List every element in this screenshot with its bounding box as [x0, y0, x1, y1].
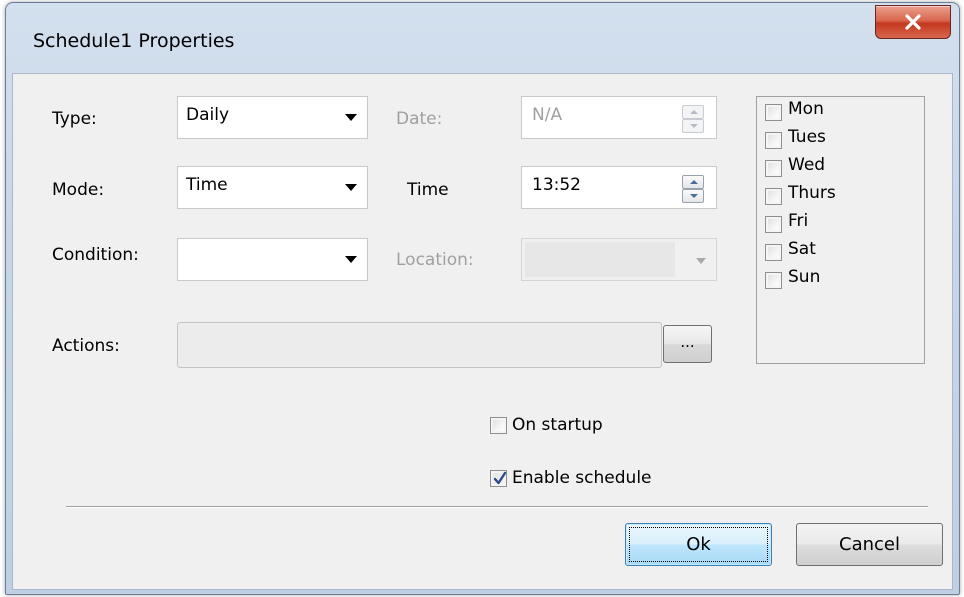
checkbox-icon[interactable]	[765, 272, 782, 289]
day-label: Wed	[788, 155, 826, 175]
checkmark-icon	[493, 471, 507, 484]
checkbox-icon[interactable]	[765, 216, 782, 233]
ok-button[interactable]: Ok	[625, 523, 772, 566]
mode-dropdown[interactable]: Time	[177, 166, 368, 209]
day-checkbox-fri[interactable]: Fri	[765, 211, 808, 239]
time-spinner[interactable]: 13:52	[521, 166, 717, 209]
spin-up-icon	[690, 110, 698, 114]
actions-label: Actions:	[52, 336, 120, 356]
condition-label: Condition:	[52, 245, 139, 265]
condition-dropdown[interactable]	[177, 238, 368, 281]
enable-schedule-checkbox[interactable]: Enable schedule	[490, 468, 652, 488]
checkbox-icon[interactable]	[765, 188, 782, 205]
location-value-area	[525, 242, 675, 277]
cancel-label: Cancel	[839, 534, 900, 555]
checkbox-icon[interactable]	[765, 132, 782, 149]
date-label: Date:	[396, 109, 443, 129]
enable-schedule-label: Enable schedule	[512, 468, 652, 488]
day-label: Tues	[788, 127, 826, 147]
mode-value: Time	[186, 175, 228, 195]
spin-down-icon	[690, 124, 698, 128]
day-checkbox-sun[interactable]: Sun	[765, 267, 820, 295]
day-label: Thurs	[788, 183, 836, 203]
day-label: Sat	[788, 239, 816, 259]
checkbox-icon[interactable]	[490, 469, 507, 487]
date-spinner: N/A	[521, 96, 717, 139]
type-dropdown[interactable]: Daily	[177, 96, 368, 139]
on-startup-checkbox[interactable]: On startup	[490, 415, 603, 435]
time-label: Time	[407, 180, 449, 200]
checkbox-icon[interactable]	[765, 160, 782, 177]
button-separator	[66, 506, 928, 508]
type-value: Daily	[186, 105, 230, 125]
location-label: Location:	[396, 250, 474, 270]
day-label: Sun	[788, 267, 821, 287]
checkbox-icon[interactable]	[765, 104, 782, 121]
time-spin-up-button[interactable]	[682, 175, 704, 189]
dialog-client-area: Type: Daily Date: N/A Mode: Time Time 13…	[12, 73, 953, 590]
actions-field	[177, 322, 662, 368]
on-startup-label: On startup	[512, 415, 603, 435]
close-x-icon	[905, 14, 921, 30]
date-spin-up-button	[682, 105, 704, 119]
chevron-down-icon	[345, 114, 357, 121]
type-label: Type:	[52, 109, 97, 129]
window-title: Schedule1 Properties	[33, 30, 235, 52]
day-label: Fri	[788, 211, 809, 231]
days-of-week-group: Mon Tues Wed Thurs Fri Sat Sun	[756, 96, 925, 364]
checkbox-icon[interactable]	[490, 416, 507, 434]
dialog-window: Schedule1 Properties Type: Daily Date: N…	[5, 2, 960, 595]
date-spin-down-button	[682, 119, 704, 133]
spin-up-icon	[690, 180, 698, 184]
day-checkbox-wed[interactable]: Wed	[765, 155, 825, 183]
time-value: 13:52	[532, 175, 581, 195]
chevron-down-icon	[345, 256, 357, 263]
day-checkbox-mon[interactable]: Mon	[765, 99, 824, 127]
day-checkbox-sat[interactable]: Sat	[765, 239, 816, 267]
browse-actions-button[interactable]: ...	[663, 325, 712, 363]
day-checkbox-tues[interactable]: Tues	[765, 127, 826, 155]
date-value: N/A	[532, 105, 563, 125]
close-button[interactable]	[875, 5, 951, 39]
chevron-down-icon	[345, 184, 357, 191]
time-spin-down-button[interactable]	[682, 189, 704, 203]
title-bar[interactable]: Schedule1 Properties	[6, 3, 959, 79]
mode-label: Mode:	[52, 180, 105, 200]
location-dropdown	[521, 238, 717, 281]
day-checkbox-thurs[interactable]: Thurs	[765, 183, 836, 211]
chevron-down-icon	[696, 258, 706, 264]
ok-label: Ok	[686, 534, 711, 555]
spin-down-icon	[690, 194, 698, 198]
day-label: Mon	[788, 99, 824, 119]
checkbox-icon[interactable]	[765, 244, 782, 261]
cancel-button[interactable]: Cancel	[796, 523, 943, 566]
